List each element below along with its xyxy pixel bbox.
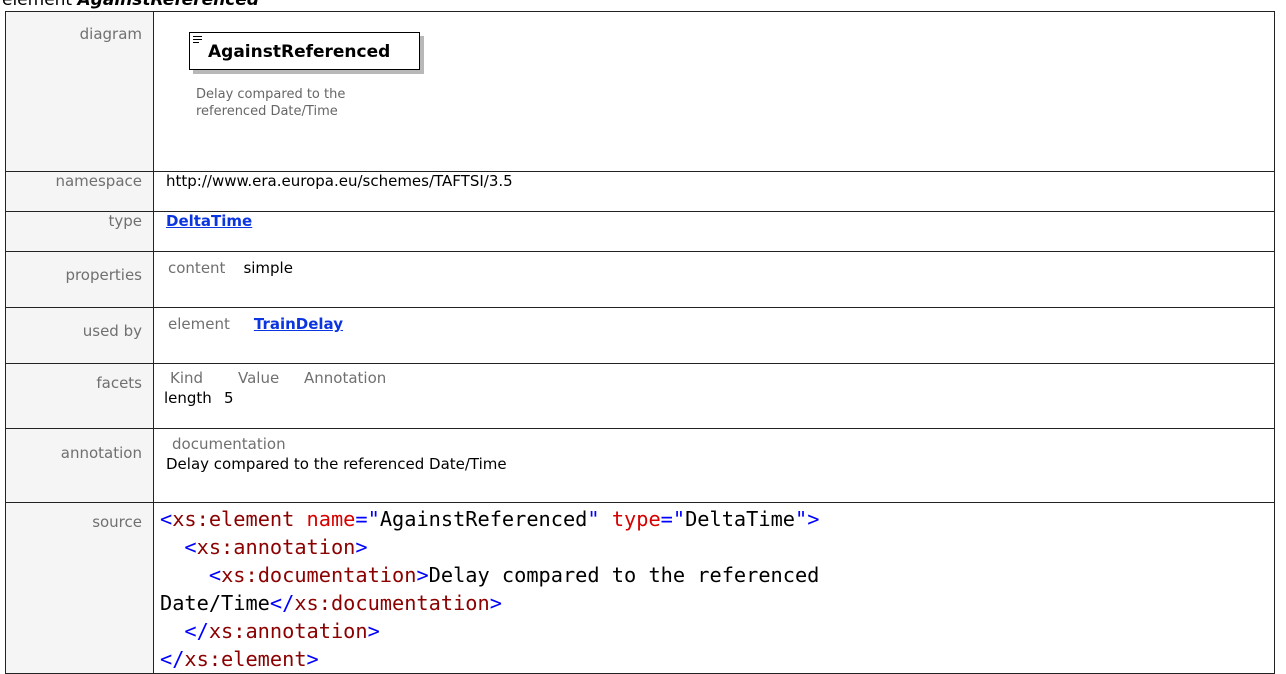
namespace-value: http://www.era.europa.eu/schemes/TAFTSI/…	[153, 171, 1275, 212]
annotation-cell: documentation Delay compared to the refe…	[153, 428, 1275, 503]
used-by-key: element	[168, 315, 230, 333]
type-link[interactable]: DeltaTime	[166, 212, 252, 230]
type-row: type DeltaTime	[5, 211, 1275, 252]
properties-value: simple	[243, 259, 293, 277]
diagram-description: Delay compared to the referenced Date/Ti…	[196, 87, 346, 119]
type-cell: DeltaTime	[153, 211, 1275, 252]
facets-table: Kind Value Annotation length 5	[164, 369, 1274, 407]
diagram-element-name: AgainstReferenced	[208, 42, 391, 62]
facets-header-value: Value	[238, 369, 280, 387]
type-label: type	[5, 211, 154, 252]
element-documentation-table: diagram AgainstReferenced Delay compared…	[5, 11, 1275, 674]
facets-row: facets Kind Value Annotation length 5	[5, 363, 1275, 429]
used-by-cell: element TrainDelay	[153, 307, 1275, 364]
used-by-link[interactable]: TrainDelay	[254, 315, 343, 333]
facets-header-kind: Kind	[170, 369, 204, 387]
properties-key: content	[168, 259, 226, 277]
diagram-row: diagram AgainstReferenced Delay compared…	[5, 11, 1275, 172]
properties-label: properties	[5, 251, 154, 308]
facets-label: facets	[5, 363, 154, 429]
facet-annotation	[304, 389, 1274, 407]
facet-value: 5	[224, 389, 234, 407]
documentation-lines-icon	[193, 36, 202, 45]
facets-cell: Kind Value Annotation length 5	[153, 363, 1275, 429]
annotation-key: documentation	[172, 435, 286, 453]
annotation-value: Delay compared to the referenced Date/Ti…	[166, 455, 507, 473]
source-row: source <xs:element name="AgainstReferenc…	[5, 502, 1275, 674]
properties-row: properties content simple	[5, 251, 1275, 308]
page-title: element AgainstReferenced	[2, 0, 259, 10]
element-diagram: AgainstReferenced Delay compared to the …	[166, 12, 1274, 158]
facets-header-annotation: Annotation	[304, 369, 387, 387]
properties-cell: content simple	[153, 251, 1275, 308]
source-cell: <xs:element name="AgainstReferenced" typ…	[153, 502, 1275, 674]
diagram-element-box[interactable]: AgainstReferenced	[189, 32, 420, 70]
namespace-row: namespace http://www.era.europa.eu/schem…	[5, 171, 1275, 212]
source-label: source	[5, 502, 154, 674]
used-by-row: used by element TrainDelay	[5, 307, 1275, 364]
used-by-label: used by	[5, 307, 154, 364]
diagram-cell: AgainstReferenced Delay compared to the …	[153, 11, 1275, 172]
diagram-label: diagram	[5, 11, 154, 172]
annotation-row: annotation documentation Delay compared …	[5, 428, 1275, 503]
source-code: <xs:element name="AgainstReferenced" typ…	[160, 507, 832, 671]
namespace-label: namespace	[5, 171, 154, 212]
annotation-label: annotation	[5, 428, 154, 503]
